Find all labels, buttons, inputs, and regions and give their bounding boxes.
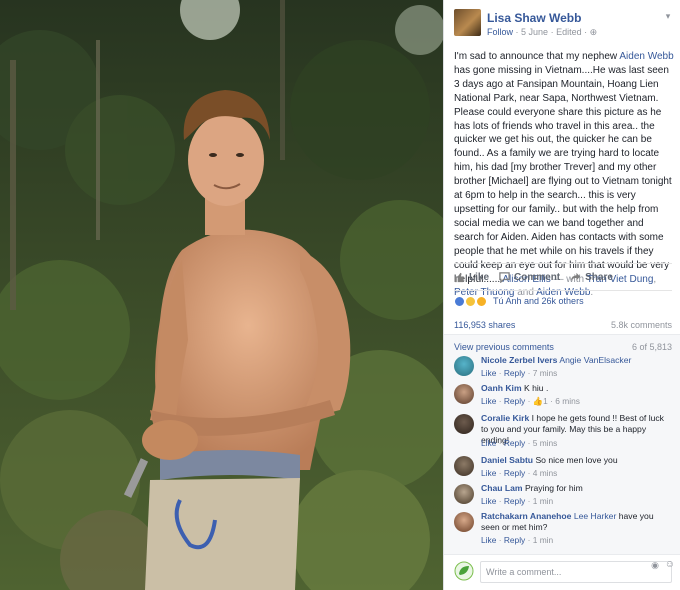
post-text-segment: I'm sad to announce that my nephew <box>454 51 620 62</box>
comment-input[interactable]: Write a comment... <box>480 561 672 583</box>
comment-time[interactable]: 1 min <box>533 496 553 506</box>
author-name[interactable]: Lisa Shaw Webb <box>487 11 581 25</box>
wow-reaction-icon <box>476 295 487 307</box>
comment-reply-link[interactable]: Reply <box>504 396 525 406</box>
comment-label: Comment <box>514 271 561 283</box>
commenter-avatar[interactable] <box>454 484 474 504</box>
comment-footer: Like · Reply · 7 mins <box>481 368 558 378</box>
commenter-name[interactable]: Oanh Kim <box>481 383 522 393</box>
comment-time[interactable]: 1 min <box>533 535 553 545</box>
commenter-avatar[interactable] <box>454 456 474 476</box>
comment-like-link[interactable]: Like <box>481 496 496 506</box>
commenter-name[interactable]: Daniel Sabtu <box>481 455 533 465</box>
comment-item: Nicole Zerbel Ivers Angie VanElsacker Lik… <box>454 355 674 383</box>
comment-body: Nicole Zerbel Ivers Angie VanElsacker <box>481 355 673 366</box>
share-button[interactable]: Share <box>570 272 613 283</box>
comment-like-link[interactable]: Like <box>481 438 496 448</box>
comment-footer: Like · Reply · 1 min <box>481 496 554 506</box>
comment-like-link[interactable]: Like <box>481 468 496 478</box>
reactions-text[interactable]: Tú Anh and 26k others <box>493 296 584 306</box>
comments-section: View previous comments 6 of 5,813 Nicole… <box>444 334 680 554</box>
comment-body: Oanh Kim K hiu . <box>481 383 673 394</box>
commenter-name[interactable]: Nicole Zerbel Ivers <box>481 355 557 365</box>
photo-image <box>0 0 443 590</box>
comments-count[interactable]: 5.8k comments <box>611 320 672 330</box>
comment-reply-link[interactable]: Reply <box>504 468 525 478</box>
post-side-panel: Lisa Shaw Webb Follow · 5 June · Edited … <box>443 0 680 590</box>
post-stats: 116,953 shares 5.8k comments <box>454 320 672 330</box>
comment-text: Praying for him <box>524 483 583 493</box>
chevron-down-icon[interactable]: ▾ <box>662 11 674 23</box>
post-photo[interactable] <box>0 0 443 590</box>
author-avatar[interactable] <box>454 9 481 36</box>
comment-like-link[interactable]: Like <box>481 396 496 406</box>
commenter-avatar[interactable] <box>454 414 474 434</box>
comment-reply-link[interactable]: Reply <box>504 438 525 448</box>
comment-body: Ratchakarn Ananehoe Lee Harker have you … <box>481 511 673 533</box>
commenter-name[interactable]: Ratchakarn Ananehoe <box>481 511 571 521</box>
comment-body: Chau Lam Praying for him <box>481 483 673 494</box>
comment-item: Ratchakarn Ananehoe Lee Harker have you … <box>454 511 674 545</box>
comment-reply-link[interactable]: Reply <box>504 535 525 545</box>
thumbs-up-icon <box>454 272 465 282</box>
leaf-logo-icon <box>454 561 474 581</box>
like-button[interactable]: Like <box>454 272 489 283</box>
comment-composer: Write a comment... ◉ ☺ <box>444 554 680 590</box>
like-reaction-icon <box>454 295 465 307</box>
comment-time[interactable]: 5 mins <box>533 438 558 448</box>
comment-footer: Like · Reply · 4 mins <box>481 468 558 478</box>
post-header: Lisa Shaw Webb Follow · 5 June · Edited … <box>454 9 674 39</box>
post-meta: Follow · 5 June · Edited · ⊕ <box>487 27 598 37</box>
like-label: Like <box>469 271 490 283</box>
globe-icon: ⊕ <box>589 27 598 37</box>
commenter-name[interactable]: Coralie Kirk <box>481 413 529 423</box>
commenter-avatar[interactable] <box>454 356 474 376</box>
comment-like-link[interactable]: Like <box>481 535 496 545</box>
comment-text: K hiu . <box>523 383 549 393</box>
share-label: Share <box>585 271 613 283</box>
comment-reply-link[interactable]: Reply <box>504 496 525 506</box>
comment-time[interactable]: 4 mins <box>533 468 558 478</box>
comments-page-count: 6 of 5,813 <box>631 342 672 352</box>
comment-button[interactable]: Comment <box>499 272 560 283</box>
comments-header: View previous comments 6 of 5,813 <box>454 342 672 352</box>
comment-likes-icon: 👍 <box>532 396 544 406</box>
commenter-name[interactable]: Chau Lam <box>481 483 523 493</box>
comment-likes-count[interactable]: 1 <box>543 396 548 406</box>
post-date[interactable]: 5 June <box>521 27 548 37</box>
reactions-summary[interactable]: Tú Anh and 26k others <box>454 294 584 308</box>
post-actions: Like Comment Share <box>454 263 672 291</box>
follow-link[interactable]: Follow <box>487 27 513 37</box>
comment-text: So nice men love you <box>535 455 618 465</box>
commenter-avatar <box>454 561 474 581</box>
edited-label[interactable]: Edited <box>556 27 582 37</box>
comment-like-link[interactable]: Like <box>481 368 496 378</box>
comment-item: Coralie Kirk I hope he gets found !! Bes… <box>454 413 674 448</box>
comment-item: Oanh Kim K hiu . Like · Reply · 👍1 · 6 mi… <box>454 383 674 411</box>
comment-body: Daniel Sabtu So nice men love you <box>481 455 673 466</box>
emoji-icon[interactable]: ☺ <box>665 559 675 570</box>
post-text-segment: has gone missing in Vietnam....He was la… <box>454 64 672 285</box>
tagged-person-link[interactable]: Angie VanElsacker <box>559 355 631 365</box>
comment-item: Daniel Sabtu So nice men love you Like · … <box>454 455 674 483</box>
comment-reply-link[interactable]: Reply <box>504 368 525 378</box>
comment-time[interactable]: 7 mins <box>533 368 558 378</box>
comment-icon <box>499 271 510 283</box>
comment-footer: Like · Reply · 5 mins <box>481 438 558 448</box>
view-previous-comments[interactable]: View previous comments <box>454 342 554 352</box>
camera-icon[interactable]: ◉ <box>651 560 659 571</box>
tagged-person-link[interactable]: Lee Harker <box>574 511 617 521</box>
share-icon <box>571 272 581 281</box>
tagged-person-link[interactable]: Aiden Webb <box>619 51 673 62</box>
commenter-avatar[interactable] <box>454 512 474 532</box>
commenter-avatar[interactable] <box>454 384 474 404</box>
sad-reaction-icon <box>465 295 476 307</box>
comment-item: Chau Lam Praying for him Like · Reply · 1… <box>454 483 674 511</box>
comment-footer: Like · Reply · 1 min <box>481 535 554 545</box>
shares-count[interactable]: 116,953 shares <box>454 320 515 330</box>
comment-footer: Like · Reply · 👍1 · 6 mins <box>481 396 580 406</box>
comment-time[interactable]: 6 mins <box>555 396 580 406</box>
